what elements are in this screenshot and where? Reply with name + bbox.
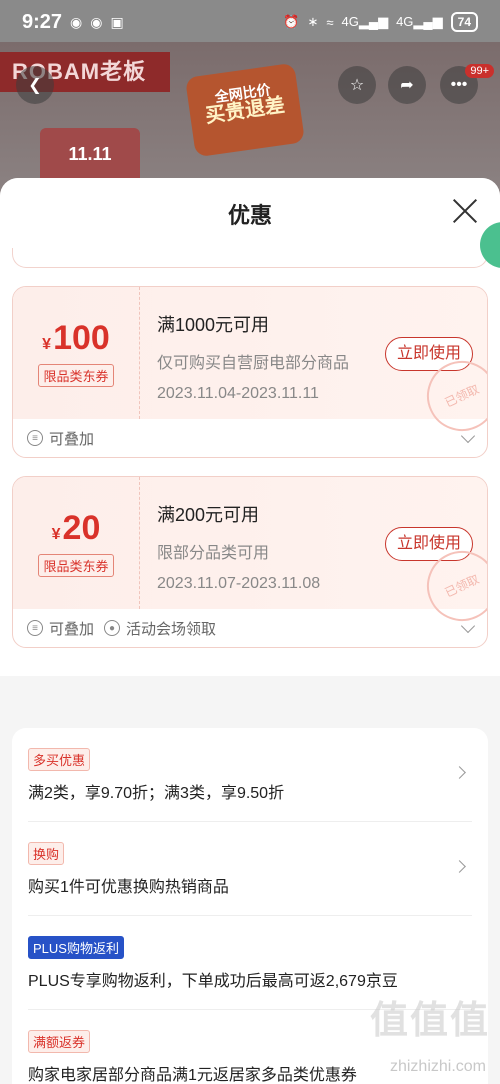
- currency-symbol: ¥: [42, 336, 52, 353]
- coupon-value: ¥100 限品类东券: [13, 287, 140, 419]
- battery-level: 74: [450, 12, 478, 32]
- stackable-label: 可叠加: [49, 620, 95, 638]
- coupon-type-tag: 限品类东券: [38, 554, 114, 577]
- promotion-item[interactable]: 换购 购买1件可优惠换购热销商品: [28, 822, 472, 916]
- price-guarantee-badge: 全网比价 买贵退差: [184, 62, 306, 158]
- status-bar: 9:27 ◉ ◉ ▣ ⏰ ∗ ≈ 4G▂▄▆ 4G▂▄▆ 74: [0, 0, 500, 44]
- chevron-left-icon: ❮: [28, 77, 42, 94]
- watermark-logo: 值值值: [369, 1000, 490, 1042]
- chevron-down-icon[interactable]: [460, 618, 476, 634]
- promotion-text: 购买1件可优惠换购热销商品: [28, 879, 229, 896]
- clock: 9:27: [22, 10, 63, 33]
- star-icon: ☆: [349, 77, 365, 94]
- promotion-tag: 满额返券: [28, 1030, 91, 1053]
- coupon-condition: 满200元可用: [157, 505, 260, 525]
- share-icon: ➦: [400, 77, 414, 94]
- coupon-amount: 20: [62, 509, 101, 547]
- signal-icon: 4G▂▄▆: [341, 14, 389, 29]
- coupon-list: ¥100 限品类东券 满1000元可用 仅可购买自营厨电部分商品 2023.11…: [0, 248, 500, 676]
- coupon-type-tag: 限品类东券: [38, 364, 114, 387]
- promotion-tag: 换购: [28, 842, 65, 865]
- watermark-url: zhizhizhi.com: [389, 1058, 486, 1075]
- discount-sheet: 优惠 ¥100 限品类东券 满1000元可用 仅可购买自营厨电部分商品 2023…: [0, 178, 500, 1084]
- close-button[interactable]: [452, 198, 478, 224]
- promotion-text: 满2类，享9.70折；满3类，享9.50折: [28, 785, 285, 802]
- stack-icon: ≡: [27, 620, 43, 636]
- notification-icon: ◉: [70, 13, 83, 30]
- promotion-tag: PLUS购物返利: [28, 936, 124, 959]
- coupon-card: ¥100 限品类东券 满1000元可用 仅可购买自营厨电部分商品 2023.11…: [12, 286, 488, 458]
- signal-icon-2: 4G▂▄▆: [396, 14, 443, 29]
- currency-symbol: ¥: [51, 526, 61, 543]
- wifi-icon: ≈: [326, 14, 334, 30]
- coupon-footer: ≡ 可叠加: [13, 419, 487, 457]
- chevron-right-icon: [453, 860, 466, 873]
- coupon-value: ¥20 限品类东券: [13, 477, 140, 609]
- coupon-footer: ≡ 可叠加 ● 活动会场领取: [13, 609, 487, 647]
- sheet-title: 优惠: [227, 203, 272, 228]
- chevron-right-icon: [453, 766, 466, 779]
- coupon-source: 活动会场领取: [126, 620, 217, 638]
- stackable-label: 可叠加: [49, 430, 95, 448]
- more-icon: •••: [450, 76, 468, 93]
- promotion-text: PLUS专享购物返利，下单成功后最高可返2,679京豆: [28, 973, 398, 990]
- coupon-card: ¥20 限品类东券 满200元可用 限部分品类可用 2023.11.07-202…: [12, 476, 488, 648]
- coupon-amount: 100: [53, 319, 110, 357]
- alarm-icon: ⏰: [283, 14, 300, 29]
- stack-icon: ≡: [27, 430, 43, 446]
- promotion-item[interactable]: 多买优惠 满2类，享9.70折；满3类，享9.50折: [28, 728, 472, 822]
- eye-icon: ◉: [90, 13, 103, 30]
- coupon-condition: 满1000元可用: [157, 315, 270, 335]
- favorite-button[interactable]: ☆: [338, 66, 376, 104]
- nfc-icon: ▣: [110, 13, 124, 30]
- message-count-badge: 99+: [465, 64, 494, 78]
- bluetooth-icon: ∗: [307, 14, 319, 29]
- chevron-down-icon[interactable]: [460, 428, 476, 444]
- ticket-icon: ●: [104, 620, 121, 636]
- promotion-tag: 多买优惠: [28, 748, 91, 771]
- coupon-card-partial: [12, 248, 488, 268]
- back-button[interactable]: ❮: [16, 66, 54, 104]
- sheet-header: 优惠: [0, 178, 500, 248]
- share-button[interactable]: ➦: [388, 66, 426, 104]
